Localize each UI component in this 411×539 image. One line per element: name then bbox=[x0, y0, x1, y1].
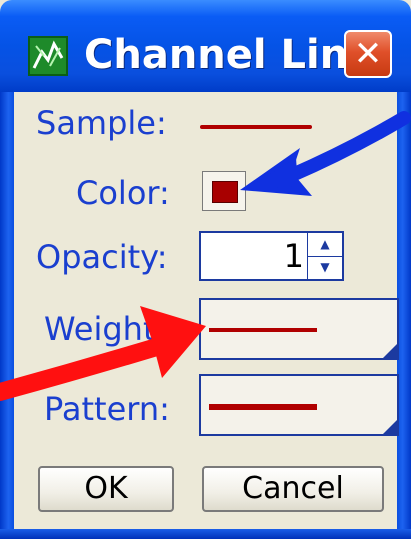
blue-annotation-arrow bbox=[240, 111, 411, 196]
channel-line-dialog: Channel Lin... ✕ Sample: Color: Opacity:… bbox=[0, 0, 411, 539]
annotation-arrows bbox=[0, 111, 411, 401]
red-annotation-arrow bbox=[0, 306, 206, 401]
